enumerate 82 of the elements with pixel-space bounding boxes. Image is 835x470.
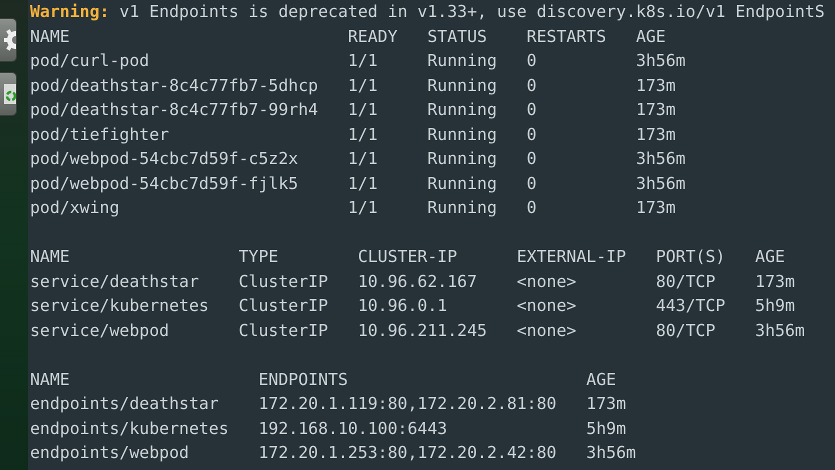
recycle-icon bbox=[4, 83, 16, 105]
table-cell: service/webpod bbox=[30, 320, 170, 340]
table-cell: 1/1 bbox=[348, 100, 378, 119]
column-header: PORT(S) bbox=[656, 247, 726, 266]
table-cell: 172.20.1.119:80,172.20.2.81:80 bbox=[258, 394, 556, 413]
table-cell: ClusterIP bbox=[238, 296, 328, 315]
table-cell: Running bbox=[427, 76, 497, 94]
table-cell: 0 bbox=[526, 174, 537, 192]
table-cell: 80/TCP bbox=[656, 272, 716, 290]
table-cell: 80/TCP bbox=[656, 320, 716, 340]
table-cell: <none> bbox=[516, 272, 576, 290]
column-header: NAME bbox=[30, 370, 70, 388]
table-cell: endpoints/kubernetes bbox=[30, 418, 229, 438]
table-cell: 0 bbox=[526, 51, 537, 70]
table-cell: 1/1 bbox=[348, 124, 378, 144]
table-cell: <none> bbox=[516, 296, 576, 315]
column-header: READY bbox=[348, 26, 398, 46]
warning-message: v1 Endpoints is deprecated in v1.33+, use discovery.k8s.io/v1 EndpointS bbox=[119, 1, 825, 23]
warning-label: Warning: bbox=[30, 1, 110, 23]
table-cell: 10.96.62.167 bbox=[358, 272, 478, 290]
table-cell: 0 bbox=[526, 124, 537, 144]
table-cell: 5h9m bbox=[755, 296, 795, 315]
table-cell: 0 bbox=[526, 149, 537, 168]
table-cell: 173m bbox=[636, 124, 676, 144]
column-header: NAME bbox=[30, 247, 70, 266]
column-header: STATUS bbox=[427, 26, 487, 46]
table-cell: 1/1 bbox=[348, 76, 378, 94]
table-cell: 3h56m bbox=[636, 174, 686, 192]
table-cell: 1/1 bbox=[348, 198, 378, 217]
table-cell: pod/webpod-54cbc7d59f-c5z2x bbox=[30, 149, 298, 168]
table-cell: 172.20.1.253:80,172.20.2.42:80 bbox=[258, 443, 556, 462]
table-cell: 10.96.0.1 bbox=[358, 296, 448, 315]
table-cell: Running bbox=[427, 124, 497, 144]
column-header: RESTARTS bbox=[526, 26, 606, 46]
table-cell: 192.168.10.100:6443 bbox=[258, 418, 448, 438]
table-cell: pod/deathstar-8c4c77fb7-5dhcp bbox=[30, 76, 318, 94]
column-header: AGE bbox=[755, 247, 785, 266]
column-header: AGE bbox=[586, 370, 616, 388]
table-cell: 173m bbox=[755, 272, 795, 290]
table-cell: 1/1 bbox=[348, 174, 378, 192]
table-cell: service/kubernetes bbox=[30, 296, 209, 315]
table-cell: Running bbox=[427, 149, 497, 168]
table-cell: <none> bbox=[516, 320, 576, 340]
column-header: CLUSTER-IP bbox=[358, 247, 458, 266]
table-cell: service/deathstar bbox=[30, 272, 199, 290]
table-cell: endpoints/webpod bbox=[30, 443, 189, 462]
column-header: EXTERNAL-IP bbox=[516, 247, 626, 266]
table-cell: pod/curl-pod bbox=[30, 51, 150, 70]
table-cell: 0 bbox=[526, 198, 537, 217]
table-cell: 5h9m bbox=[586, 418, 626, 438]
table-cell: pod/deathstar-8c4c77fb7-99rh4 bbox=[30, 100, 318, 119]
table-cell: 1/1 bbox=[348, 149, 378, 168]
table-cell: 3h56m bbox=[636, 149, 686, 168]
table-cell: 173m bbox=[636, 100, 676, 119]
table-cell: pod/webpod-54cbc7d59f-fjlk5 bbox=[30, 174, 298, 192]
table-cell: ClusterIP bbox=[238, 272, 328, 290]
table-cell: pod/tiefighter bbox=[30, 124, 170, 144]
table-cell: Running bbox=[427, 51, 497, 70]
column-header: AGE bbox=[636, 26, 666, 46]
table-cell: 173m bbox=[586, 394, 626, 413]
table-cell: 0 bbox=[526, 76, 537, 94]
table-cell: Running bbox=[427, 100, 497, 119]
table-cell: 10.96.211.245 bbox=[358, 320, 487, 340]
table-cell: 3h56m bbox=[636, 51, 686, 70]
table-cell: 1/1 bbox=[348, 51, 378, 70]
table-cell: endpoints/deathstar bbox=[30, 394, 219, 413]
trash-launcher[interactable] bbox=[0, 72, 17, 116]
column-header: TYPE bbox=[238, 247, 278, 266]
table-cell: 173m bbox=[636, 198, 676, 217]
table-cell: 3h56m bbox=[755, 320, 805, 340]
column-header: NAME bbox=[30, 26, 70, 46]
table-cell: Running bbox=[427, 198, 497, 217]
table-cell: ClusterIP bbox=[238, 320, 328, 340]
table-cell: Running bbox=[427, 174, 497, 192]
table-cell: 173m bbox=[636, 76, 676, 94]
table-cell: pod/xwing bbox=[30, 198, 120, 217]
table-cell: 0 bbox=[526, 100, 537, 119]
settings-launcher[interactable] bbox=[0, 18, 17, 62]
table-cell: 443/TCP bbox=[656, 296, 726, 315]
column-header: ENDPOINTS bbox=[258, 370, 348, 388]
settings-icon bbox=[2, 28, 16, 52]
table-cell: 3h56m bbox=[586, 443, 636, 462]
